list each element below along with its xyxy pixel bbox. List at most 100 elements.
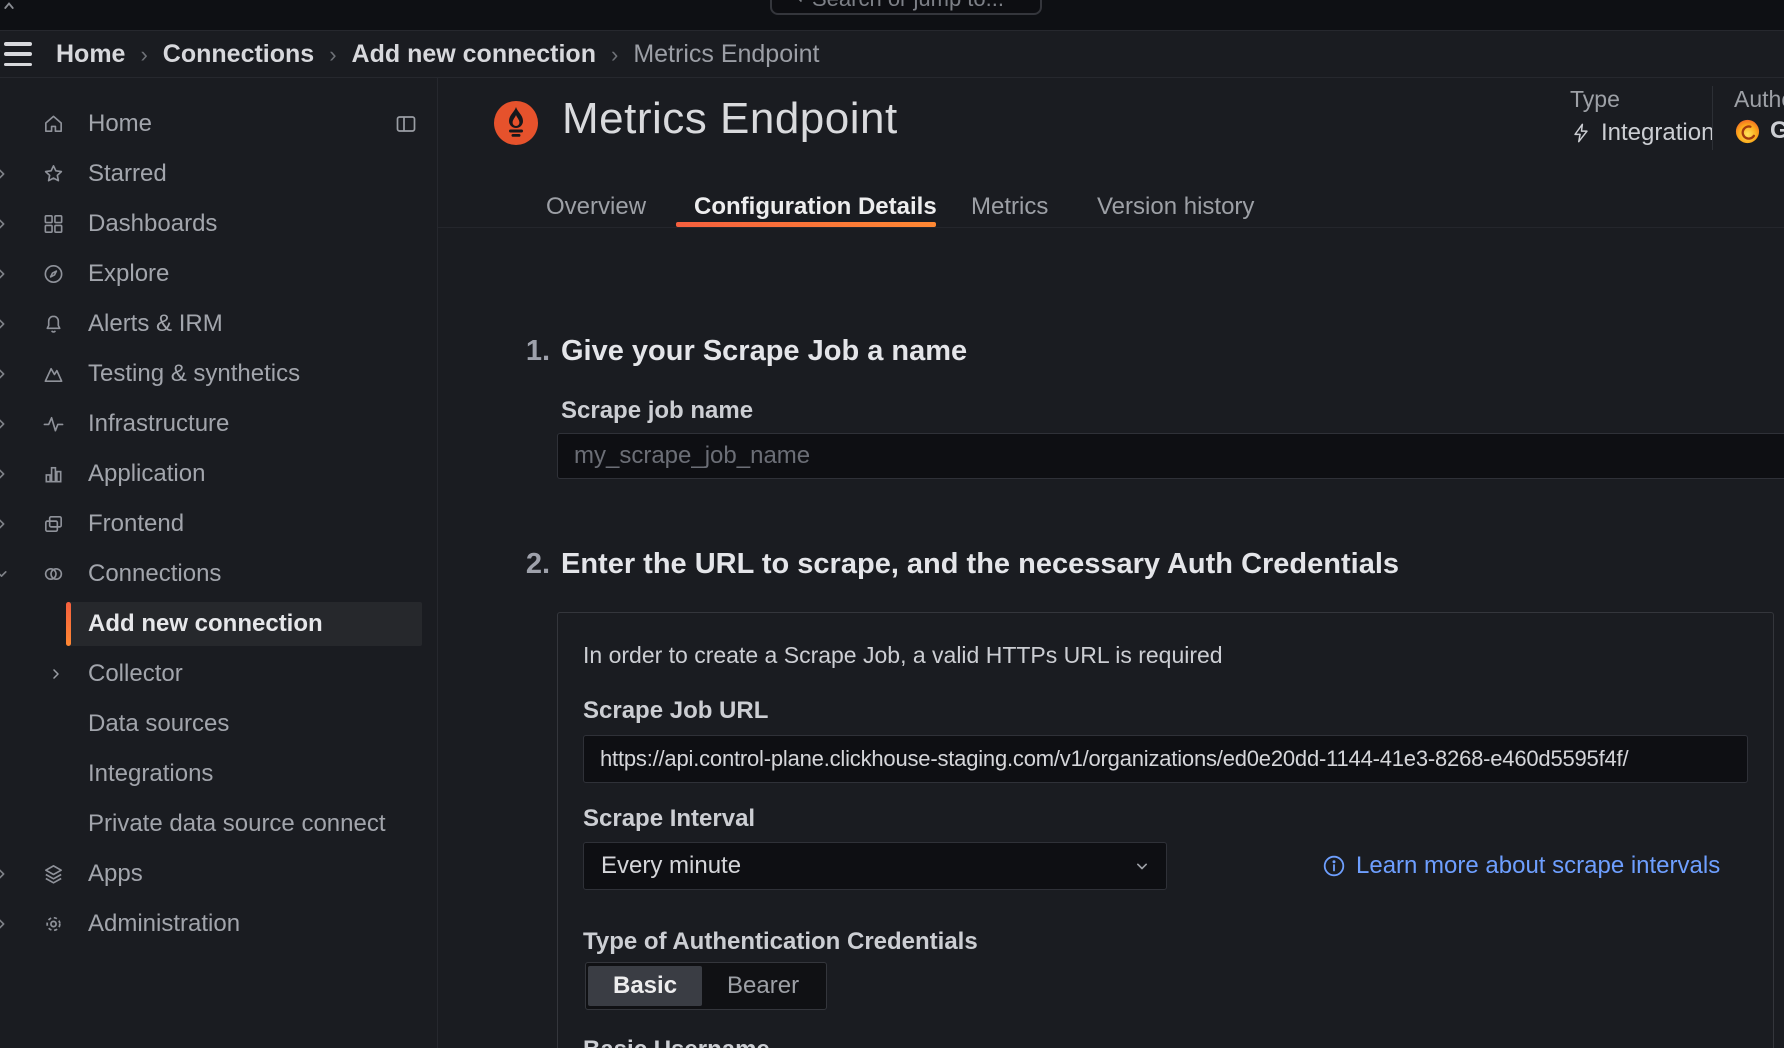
sidebar-item-application[interactable]: Application (0, 452, 438, 496)
sidebar-item-data-sources[interactable]: Data sources (0, 702, 438, 746)
sidebar-item-label: Explore (88, 260, 169, 288)
sidebar-item-label: Application (88, 460, 205, 488)
info-icon (1322, 854, 1346, 878)
author-value-text: Grafana (1770, 117, 1784, 145)
sidebar-item-label: Frontend (88, 510, 184, 538)
sidebar-item-label: Alerts & IRM (88, 310, 223, 338)
top-app-bar: Search or jump to... (0, 0, 1784, 31)
sidebar-item-collector[interactable]: Collector (0, 652, 438, 696)
sidebar-item-label: Starred (88, 160, 167, 188)
tab-bar-divider (438, 227, 1784, 228)
scrape-job-url-field (583, 735, 1748, 783)
sidebar-item-connections[interactable]: Connections (0, 552, 438, 596)
gear-icon (42, 913, 65, 936)
section2-number: 2. (510, 548, 550, 581)
chevron-right-icon[interactable] (0, 216, 10, 233)
basic-username-label: Basic Username (583, 1036, 770, 1048)
sidebar-item-starred[interactable]: Starred (0, 152, 438, 196)
sidebar-item-integrations[interactable]: Integrations (0, 752, 438, 796)
sidebar-item-label: Integrations (88, 760, 213, 788)
breadcrumb-home[interactable]: Home (56, 40, 125, 69)
auth-option-bearer[interactable]: Bearer (702, 966, 824, 1006)
sidebar-item-alerts-irm[interactable]: Alerts & IRM (0, 302, 438, 346)
chevron-right-icon[interactable] (48, 666, 64, 682)
sidebar-item-label: Dashboards (88, 210, 217, 238)
scrape-job-name-input[interactable] (558, 434, 1784, 478)
sidebar-item-private-data-source-connect[interactable]: Private data source connect (0, 802, 438, 846)
scrape-interval-select[interactable]: Every minute (583, 842, 1167, 890)
chevron-right-icon[interactable] (0, 316, 10, 333)
auth-option-basic[interactable]: Basic (588, 966, 702, 1006)
mountain-icon (42, 363, 65, 386)
frontend-windows-icon (42, 513, 65, 536)
tab-configuration-details[interactable]: Configuration Details (694, 193, 937, 221)
bolt-icon (1570, 122, 1592, 144)
scrape-job-name-label: Scrape job name (561, 397, 753, 425)
sidebar-item-infrastructure[interactable]: Infrastructure (0, 402, 438, 446)
sidebar-item-label: Collector (88, 660, 183, 688)
page-title: Metrics Endpoint (562, 94, 898, 144)
chevron-right-icon[interactable] (0, 866, 10, 883)
type-value: Integration (1570, 119, 1714, 147)
sidebar-item-label: Home (88, 110, 152, 138)
menu-toggle-icon[interactable] (4, 42, 32, 66)
chevron-right-icon[interactable] (0, 366, 10, 383)
scrape-interval-value: Every minute (601, 852, 741, 880)
search-icon (784, 0, 804, 4)
active-item-indicator (66, 602, 71, 646)
chevron-down-icon (1132, 856, 1152, 876)
sidebar-item-explore[interactable]: Explore (0, 252, 438, 296)
sidebar-item-administration[interactable]: Administration (0, 902, 438, 946)
chevron-right-icon[interactable] (0, 266, 10, 283)
chevron-right-icon[interactable] (0, 516, 10, 533)
sidebar-item-label: Connections (88, 560, 221, 588)
sidebar-item-label: Testing & synthetics (88, 360, 300, 388)
sidebar-item-label: Data sources (88, 710, 229, 738)
layers-icon (42, 863, 65, 886)
auth-type-segmented-control: Basic Bearer (585, 962, 827, 1010)
search-input[interactable]: Search or jump to... (770, 0, 1042, 15)
tab-version-history[interactable]: Version history (1097, 193, 1254, 221)
sidebar-item-frontend[interactable]: Frontend (0, 502, 438, 546)
search-placeholder: Search or jump to... (812, 0, 1004, 12)
nav-sidebar: Home Starred Dashboards (0, 78, 438, 1048)
dock-sidebar-icon[interactable] (394, 112, 418, 136)
sidebar-item-label: Infrastructure (88, 410, 229, 438)
sidebar-item-label: Private data source connect (88, 810, 386, 838)
sidebar-item-label: Add new connection (88, 610, 323, 638)
author-label: Author (1734, 86, 1784, 113)
chevron-right-icon[interactable] (0, 466, 10, 483)
sidebar-item-home[interactable]: Home (0, 102, 438, 146)
tab-metrics[interactable]: Metrics (971, 193, 1048, 221)
scrape-intervals-learn-more-link[interactable]: Learn more about scrape intervals (1322, 842, 1720, 890)
chevron-down-icon[interactable] (0, 566, 10, 583)
sidebar-item-dashboards[interactable]: Dashboards (0, 202, 438, 246)
pulse-icon (42, 413, 65, 436)
panel-note: In order to create a Scrape Job, a valid… (583, 642, 1223, 669)
chevron-right-icon[interactable] (0, 166, 10, 183)
compass-icon (42, 263, 65, 286)
section1-title: Give your Scrape Job a name (561, 335, 967, 368)
sidebar-item-apps[interactable]: Apps (0, 852, 438, 896)
chevron-up-icon (0, 0, 18, 14)
chevron-right-icon[interactable] (0, 916, 10, 933)
breadcrumb-connections[interactable]: Connections (163, 40, 314, 69)
scrape-interval-label: Scrape Interval (583, 805, 755, 833)
sidebar-item-testing-synthetics[interactable]: Testing & synthetics (0, 352, 438, 396)
section1-number: 1. (510, 335, 550, 368)
prometheus-logo-icon (494, 101, 538, 145)
breadcrumb-bar: Home › Connections › Add new connection … (0, 31, 1784, 78)
type-value-text: Integration (1601, 119, 1714, 147)
breadcrumb: Home › Connections › Add new connection … (56, 31, 820, 78)
dashboards-icon (42, 213, 65, 236)
breadcrumb-separator: › (140, 42, 147, 68)
breadcrumb-add-new-connection[interactable]: Add new connection (352, 40, 596, 69)
section2-title: Enter the URL to scrape, and the necessa… (561, 548, 1399, 581)
scrape-job-url-input[interactable] (584, 736, 1747, 782)
sidebar-item-label: Apps (88, 860, 143, 888)
sidebar-item-add-new-connection[interactable]: Add new connection (0, 602, 438, 646)
tab-overview[interactable]: Overview (546, 193, 646, 221)
breadcrumb-separator: › (329, 42, 336, 68)
scrape-job-url-label: Scrape Job URL (583, 697, 768, 725)
chevron-right-icon[interactable] (0, 416, 10, 433)
